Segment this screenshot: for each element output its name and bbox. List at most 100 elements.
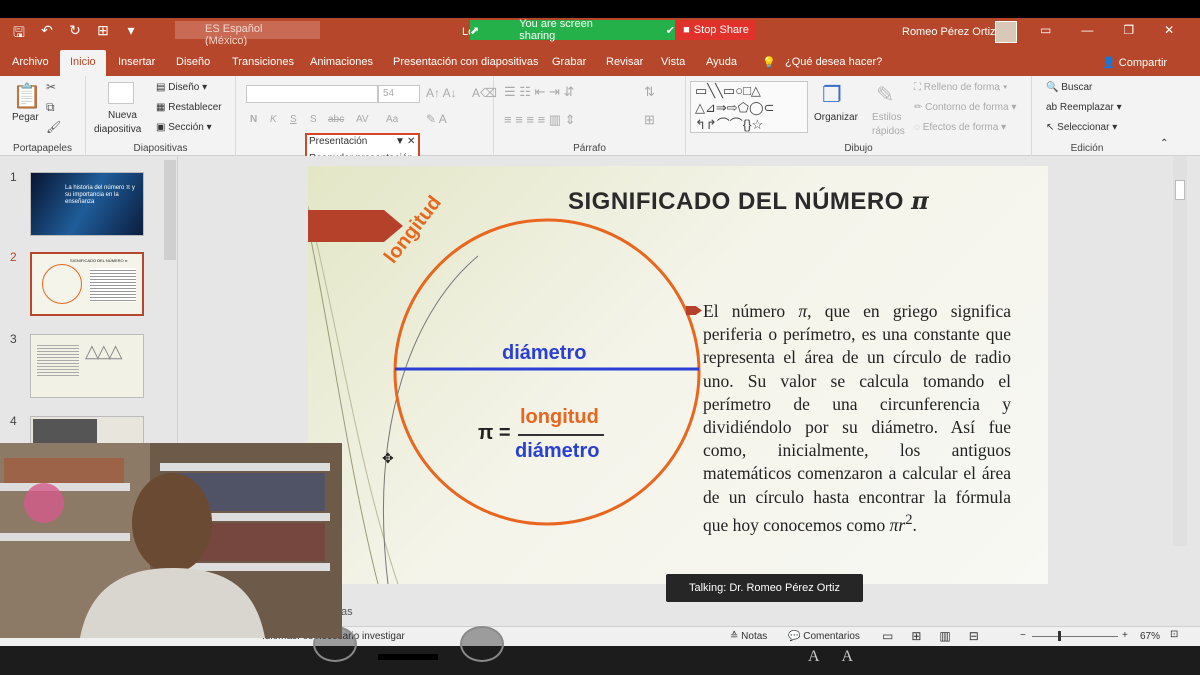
- body-pi-r: πr: [889, 514, 906, 535]
- paste-button[interactable]: Pegar: [12, 112, 39, 123]
- tab-animaciones[interactable]: Animaciones: [310, 56, 373, 68]
- avatar[interactable]: [995, 21, 1017, 43]
- tab-grabar[interactable]: Grabar: [552, 56, 586, 68]
- zoom-slider[interactable]: [1032, 636, 1118, 637]
- chevron-down-icon[interactable]: ▾: [122, 22, 140, 46]
- zoom-out-icon[interactable]: −: [1020, 630, 1026, 641]
- collapse-ribbon-icon[interactable]: ⌃: [1160, 138, 1168, 149]
- zoom-level[interactable]: 67%: [1140, 631, 1160, 642]
- font-color-icon[interactable]: ✎ A: [426, 112, 447, 126]
- language-indicator: ES Español (México): [175, 21, 320, 47]
- strikethrough-button[interactable]: abc: [328, 114, 344, 125]
- shape-outline-button[interactable]: ✏ Contorno de forma ▾: [914, 102, 1016, 113]
- restore-icon[interactable]: ❐: [1123, 23, 1134, 37]
- start-slideshow-icon[interactable]: ⊞: [94, 22, 112, 46]
- bullets-icon[interactable]: ☰ ☷ ⇤ ⇥ ⇵: [504, 84, 574, 100]
- increase-font-icon[interactable]: A↑ A↓: [426, 86, 457, 100]
- ribbon-display-icon[interactable]: ▭: [1040, 23, 1051, 37]
- next-button[interactable]: [460, 626, 504, 662]
- new-slide-button[interactable]: diapositiva: [94, 124, 141, 135]
- tab-transiciones[interactable]: Transiciones: [232, 56, 294, 68]
- slide-thumbnail-2[interactable]: SIGNIFICADO DEL NÚMERO π: [30, 252, 144, 316]
- thumbnail-text-lines: [90, 268, 136, 302]
- new-slide-line1[interactable]: Nueva: [108, 110, 137, 121]
- thumbnail-text-lines: [37, 343, 79, 377]
- thumbnail-scrollbar[interactable]: [164, 160, 176, 260]
- char-spacing-button[interactable]: AV: [356, 114, 369, 125]
- find-button[interactable]: 🔍 Buscar: [1046, 82, 1092, 93]
- pen-icon: ✏: [914, 102, 926, 113]
- tab-archivo[interactable]: Archivo: [12, 56, 49, 68]
- notes-label: Notas: [741, 631, 768, 642]
- tab-inicio[interactable]: Inicio: [60, 50, 106, 76]
- shape-effects-button[interactable]: ◌ Efectos de forma ▾: [914, 122, 1006, 133]
- lightbulb-icon[interactable]: 💡: [762, 56, 776, 69]
- select-button[interactable]: ↖ Seleccionar ▾: [1046, 122, 1117, 133]
- stop-share-button[interactable]: ■ Stop Share: [676, 20, 756, 40]
- quick-styles-icon[interactable]: ✎: [876, 82, 894, 108]
- quick-styles-line1[interactable]: Estilos: [872, 112, 901, 123]
- view-buttons[interactable]: ▭⊞▥⊟: [882, 629, 997, 643]
- arrange-icon[interactable]: ❐: [822, 82, 842, 108]
- replace-button[interactable]: ab Reemplazar ▾: [1046, 102, 1122, 113]
- paste-icon[interactable]: 📋: [12, 82, 42, 111]
- slide-thumbnail-1[interactable]: La historia del número π y su importanci…: [30, 172, 144, 236]
- notes-icon: ≙: [730, 631, 742, 642]
- arrange-button[interactable]: Organizar: [814, 112, 858, 123]
- formula-numerator: longitud: [520, 406, 599, 428]
- quick-styles-button[interactable]: rápidos: [872, 126, 905, 137]
- font-size-input[interactable]: 54: [378, 85, 420, 103]
- scrollbar-thumb[interactable]: [1175, 180, 1185, 200]
- close-icon[interactable]: ✕: [1164, 23, 1174, 37]
- slide-thumbnail-3[interactable]: △△△: [30, 334, 144, 398]
- new-slide-icon[interactable]: [108, 82, 134, 104]
- window-controls: ▭ — ❐ ✕: [1040, 23, 1174, 37]
- group-drawing: ▭╲╲▭○□△ △⊿⇒⇨⬠◯⊂ ↰↱⌒⌒{}☆ ❐ Organizar ✎ Esti…: [686, 76, 1032, 156]
- copy-icon[interactable]: ⧉: [46, 100, 55, 115]
- format-painter-icon[interactable]: 🖌: [46, 120, 61, 134]
- progress-strip: [378, 654, 438, 660]
- ribbon: 📋 Pegar ✂ ⧉ 🖌 Portapapeles Nueva diaposi…: [0, 76, 1200, 156]
- tab-diseno[interactable]: Diseño: [176, 56, 210, 68]
- zoom-in-icon[interactable]: +: [1122, 630, 1128, 641]
- minimize-icon[interactable]: —: [1081, 23, 1093, 37]
- tab-vista[interactable]: Vista: [661, 56, 685, 68]
- fit-slide-icon[interactable]: ⊡: [1170, 629, 1178, 640]
- tab-presentacion[interactable]: Presentación con diapositivas: [393, 56, 539, 68]
- layout-button[interactable]: ▤ Diseño ▾: [156, 82, 207, 93]
- font-size-controls[interactable]: AA: [808, 648, 875, 666]
- italic-button[interactable]: K: [270, 114, 277, 125]
- user-name[interactable]: Romeo Pérez Ortiz: [902, 26, 996, 38]
- save-icon[interactable]: 🖫: [10, 22, 28, 46]
- title-bar: 🖫 ↶ ↻ ⊞ ▾ ES Español (México) Lo ⬈ You a…: [0, 18, 1200, 47]
- stop-icon: ■: [683, 24, 690, 36]
- align-icons[interactable]: ≡ ≡ ≡ ≡ ▥ ⇕: [504, 112, 576, 128]
- smartart-icon[interactable]: ⊞: [644, 112, 655, 128]
- comments-button[interactable]: 💬 Comentarios: [788, 631, 860, 642]
- shapes-gallery[interactable]: ▭╲╲▭○□△ △⊿⇒⇨⬠◯⊂ ↰↱⌒⌒{}☆: [690, 81, 808, 133]
- slide-title-text: SIGNIFICADO DEL NÚMERO: [568, 188, 904, 215]
- group-clipboard: 📋 Pegar ✂ ⧉ 🖌 Portapapeles: [0, 76, 86, 156]
- change-case-button[interactable]: Aa: [386, 114, 398, 125]
- section-button[interactable]: ▣ Sección ▾: [156, 122, 212, 133]
- tab-revisar[interactable]: Revisar: [606, 56, 643, 68]
- close-icon[interactable]: ✕: [407, 136, 415, 147]
- text-direction-icon[interactable]: ⇅: [644, 84, 655, 100]
- chevron-down-icon[interactable]: ▼: [395, 136, 405, 147]
- shape-fill-button[interactable]: ⛶ Relleno de forma ▾: [914, 82, 1008, 93]
- bold-button[interactable]: N: [250, 114, 257, 125]
- notes-button[interactable]: ≙ Notas: [730, 631, 767, 642]
- tell-me-input[interactable]: ¿Qué desea hacer?: [785, 56, 882, 68]
- undo-icon[interactable]: ↶: [38, 22, 56, 46]
- share-button[interactable]: 👤 Compartir: [1102, 56, 1167, 69]
- underline-button[interactable]: S: [290, 114, 297, 125]
- cut-icon[interactable]: ✂: [46, 80, 56, 94]
- shadow-button[interactable]: S: [310, 114, 317, 125]
- font-name-input[interactable]: [246, 85, 378, 103]
- reset-button[interactable]: ▦ Restablecer: [156, 102, 222, 113]
- redo-icon[interactable]: ↻: [66, 22, 84, 46]
- slide-scrollbar[interactable]: [1173, 156, 1187, 546]
- zoom-slider-thumb[interactable]: [1058, 631, 1061, 641]
- tab-insertar[interactable]: Insertar: [118, 56, 155, 68]
- tab-ayuda[interactable]: Ayuda: [706, 56, 737, 68]
